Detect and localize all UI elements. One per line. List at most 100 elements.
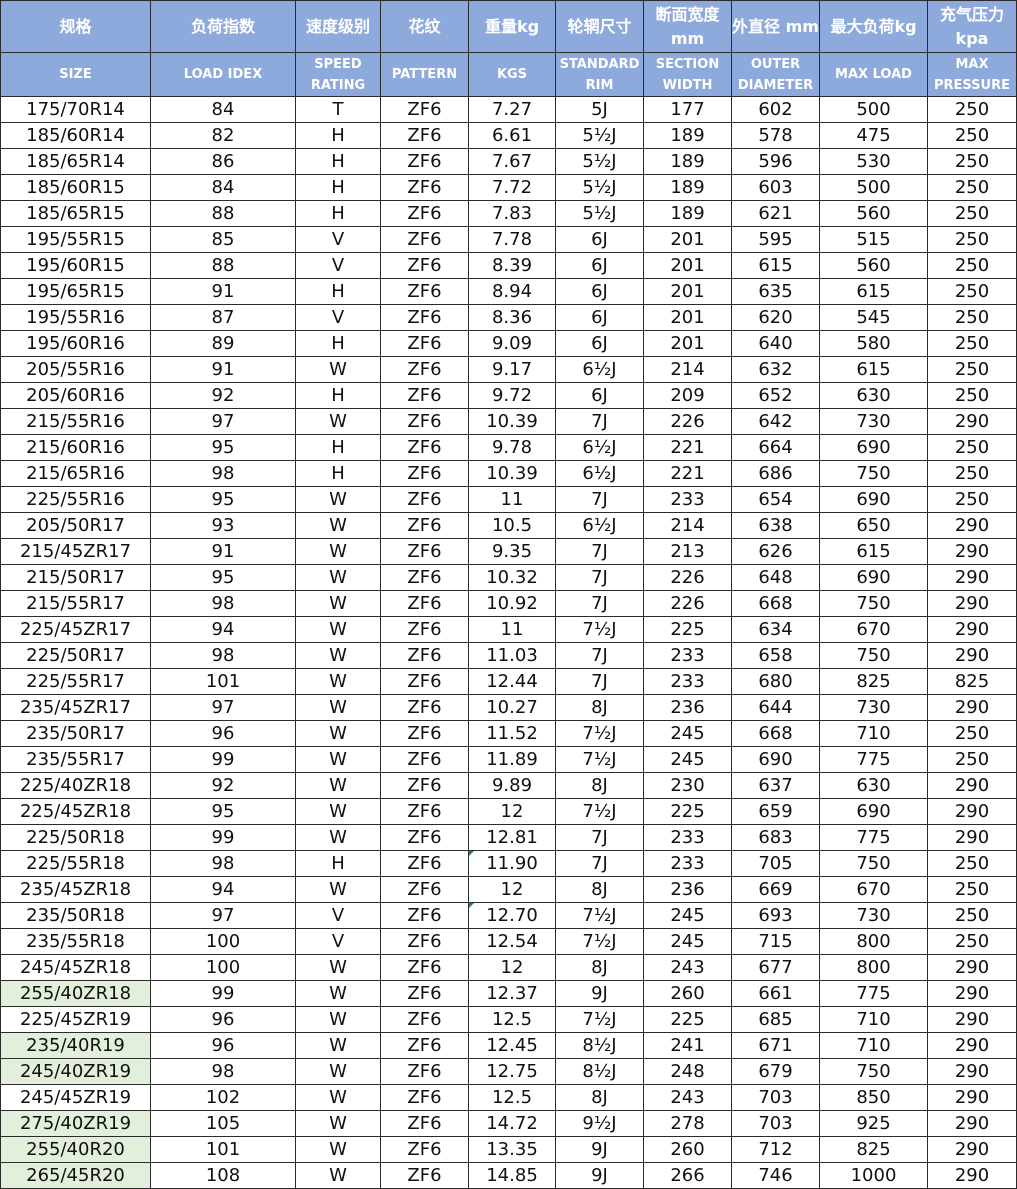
- standard-rim-cell: 5½J: [555, 200, 644, 227]
- size-cell: 235/55R18: [0, 928, 151, 955]
- outer-diameter-cell: 596: [731, 148, 820, 175]
- size-cell: 195/60R16: [0, 330, 151, 357]
- weight-cell: 12.45: [468, 1032, 556, 1059]
- max-pressure-cell: 290: [927, 564, 1017, 591]
- standard-rim-cell: 9J: [555, 980, 644, 1007]
- speed-rating-cell: H: [295, 278, 381, 305]
- speed-rating-cell: W: [295, 1032, 381, 1059]
- weight-cell: 7.78: [468, 226, 556, 253]
- max-load-cell: 690: [819, 798, 928, 825]
- outer-diameter-cell: 693: [731, 902, 820, 929]
- pattern-cell: ZF6: [380, 1136, 469, 1163]
- speed-rating-cell: W: [295, 1058, 381, 1085]
- table-row: 175/70R14 84 T ZF6 7.27 5J 177 602 500 250: [0, 96, 1017, 123]
- standard-rim-cell: 6J: [555, 252, 644, 279]
- max-load-cell: 690: [819, 564, 928, 591]
- standard-rim-cell: 5J: [555, 96, 644, 123]
- outer-diameter-cell: 671: [731, 1032, 820, 1059]
- load-index-cell: 101: [150, 668, 296, 695]
- table-row: 215/45ZR17 91 W ZF6 9.35 7J 213 626 615 290: [0, 538, 1017, 565]
- size-cell: 195/55R15: [0, 226, 151, 253]
- outer-diameter-cell: 661: [731, 980, 820, 1007]
- load-index-cell: 94: [150, 876, 296, 903]
- max-pressure-cell: 290: [927, 616, 1017, 643]
- section-width-cell: 189: [643, 200, 732, 227]
- pattern-cell: ZF6: [380, 1110, 469, 1137]
- max-load-cell: 530: [819, 148, 928, 175]
- load-index-cell: 98: [150, 850, 296, 877]
- pattern-cell: ZF6: [380, 694, 469, 721]
- speed-rating-cell: W: [295, 720, 381, 747]
- header-row-chinese: 规格 负荷指数 速度级别 花纹 重量kg 轮辋尺寸 断面宽度 mm 外直径 mm…: [0, 0, 1017, 53]
- outer-diameter-cell: 668: [731, 720, 820, 747]
- load-index-cell: 95: [150, 798, 296, 825]
- standard-rim-cell: 6J: [555, 278, 644, 305]
- header-weight-cn: 重量kg: [468, 0, 556, 53]
- standard-rim-cell: 8½J: [555, 1032, 644, 1059]
- standard-rim-cell: 7½J: [555, 902, 644, 929]
- load-index-cell: 93: [150, 512, 296, 539]
- header-load-index-en: LOAD IDEX: [150, 52, 296, 97]
- max-pressure-cell: 290: [927, 980, 1017, 1007]
- speed-rating-cell: T: [295, 96, 381, 123]
- pattern-cell: ZF6: [380, 590, 469, 617]
- size-cell: 225/50R18: [0, 824, 151, 851]
- outer-diameter-cell: 669: [731, 876, 820, 903]
- outer-diameter-cell: 638: [731, 512, 820, 539]
- section-width-cell: 221: [643, 460, 732, 487]
- standard-rim-cell: 7½J: [555, 616, 644, 643]
- max-load-cell: 1000: [819, 1162, 928, 1189]
- table-row: 195/65R15 91 H ZF6 8.94 6J 201 635 615 250: [0, 278, 1017, 305]
- max-load-cell: 670: [819, 876, 928, 903]
- pattern-cell: ZF6: [380, 330, 469, 357]
- size-cell: 175/70R14: [0, 96, 151, 123]
- max-load-cell: 750: [819, 1058, 928, 1085]
- section-width-cell: 245: [643, 902, 732, 929]
- max-pressure-cell: 250: [927, 148, 1017, 175]
- size-cell: 225/45ZR17: [0, 616, 151, 643]
- standard-rim-cell: 8J: [555, 876, 644, 903]
- header-max-load-cn: 最大负荷kg: [819, 0, 928, 53]
- standard-rim-cell: 5½J: [555, 174, 644, 201]
- standard-rim-cell: 7½J: [555, 720, 644, 747]
- speed-rating-cell: W: [295, 668, 381, 695]
- max-pressure-cell: 290: [927, 954, 1017, 981]
- pattern-cell: ZF6: [380, 798, 469, 825]
- max-pressure-cell: 250: [927, 746, 1017, 773]
- standard-rim-cell: 6J: [555, 382, 644, 409]
- standard-rim-cell: 7J: [555, 408, 644, 435]
- outer-diameter-cell: 602: [731, 96, 820, 123]
- pattern-cell: ZF6: [380, 980, 469, 1007]
- max-load-cell: 775: [819, 980, 928, 1007]
- outer-diameter-cell: 680: [731, 668, 820, 695]
- pattern-cell: ZF6: [380, 746, 469, 773]
- pattern-cell: ZF6: [380, 278, 469, 305]
- table-row: 235/50R18 97 V ZF6 12.70 7½J 245 693 730 250: [0, 902, 1017, 929]
- max-load-cell: 730: [819, 408, 928, 435]
- header-max-pressure-en: MAX PRESSURE: [927, 52, 1017, 97]
- load-index-cell: 99: [150, 980, 296, 1007]
- section-width-cell: 226: [643, 564, 732, 591]
- table-row: 195/60R16 89 H ZF6 9.09 6J 201 640 580 250: [0, 330, 1017, 357]
- max-pressure-cell: 250: [927, 278, 1017, 305]
- pattern-cell: ZF6: [380, 356, 469, 383]
- weight-cell: 11.89: [468, 746, 556, 773]
- outer-diameter-cell: 621: [731, 200, 820, 227]
- section-width-cell: 245: [643, 746, 732, 773]
- max-pressure-cell: 250: [927, 434, 1017, 461]
- table-row: 235/45ZR18 94 W ZF6 12 8J 236 669 670 250: [0, 876, 1017, 903]
- header-section-width-cn: 断面宽度 mm: [643, 0, 732, 53]
- speed-rating-cell: W: [295, 1006, 381, 1033]
- outer-diameter-cell: 626: [731, 538, 820, 565]
- load-index-cell: 97: [150, 902, 296, 929]
- standard-rim-cell: 7J: [555, 642, 644, 669]
- max-load-cell: 630: [819, 382, 928, 409]
- pattern-cell: ZF6: [380, 928, 469, 955]
- max-load-cell: 925: [819, 1110, 928, 1137]
- outer-diameter-cell: 712: [731, 1136, 820, 1163]
- standard-rim-cell: 5½J: [555, 148, 644, 175]
- max-pressure-cell: 290: [927, 824, 1017, 851]
- load-index-cell: 99: [150, 746, 296, 773]
- max-load-cell: 750: [819, 590, 928, 617]
- header-weight-en: KGS: [468, 52, 556, 97]
